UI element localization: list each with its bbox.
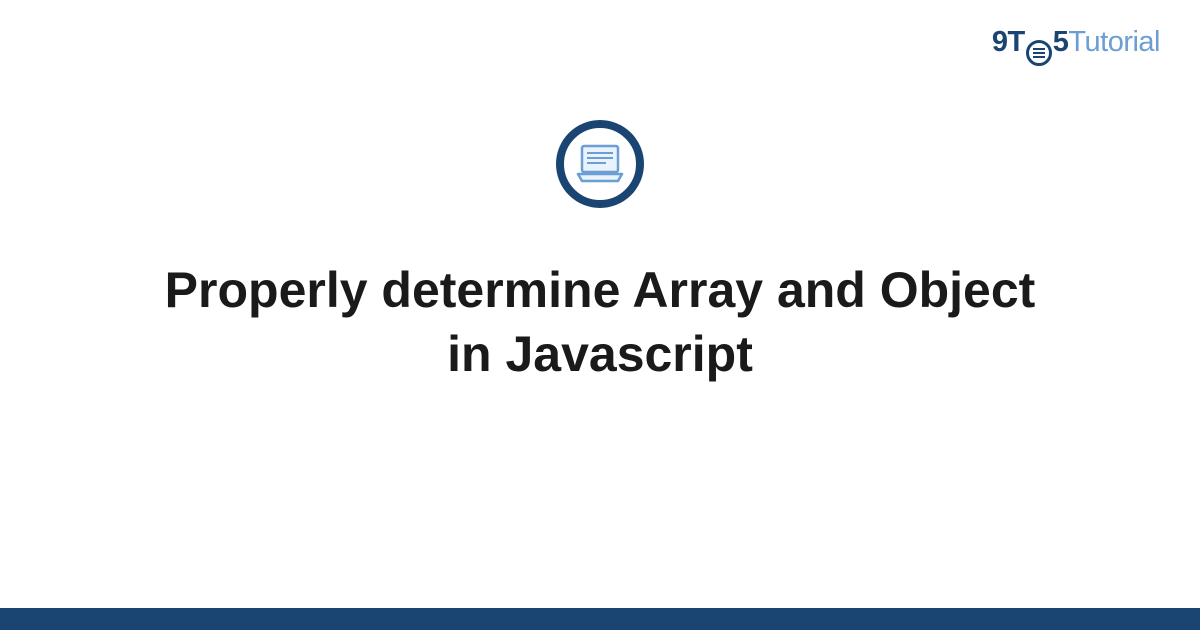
logo-tutorial: Tutorial bbox=[1068, 26, 1160, 58]
logo-o-icon bbox=[1026, 40, 1052, 66]
logo-t1: T bbox=[1008, 26, 1025, 58]
page-title: Properly determine Array and Object in J… bbox=[150, 258, 1050, 386]
bottom-accent-bar bbox=[0, 608, 1200, 630]
site-logo: 9T5Tutorial bbox=[992, 26, 1160, 63]
main-content: Properly determine Array and Object in J… bbox=[0, 120, 1200, 386]
laptop-icon-circle bbox=[556, 120, 644, 208]
logo-nine: 9 bbox=[992, 26, 1008, 58]
logo-five: 5 bbox=[1053, 26, 1069, 58]
laptop-icon bbox=[576, 144, 624, 184]
